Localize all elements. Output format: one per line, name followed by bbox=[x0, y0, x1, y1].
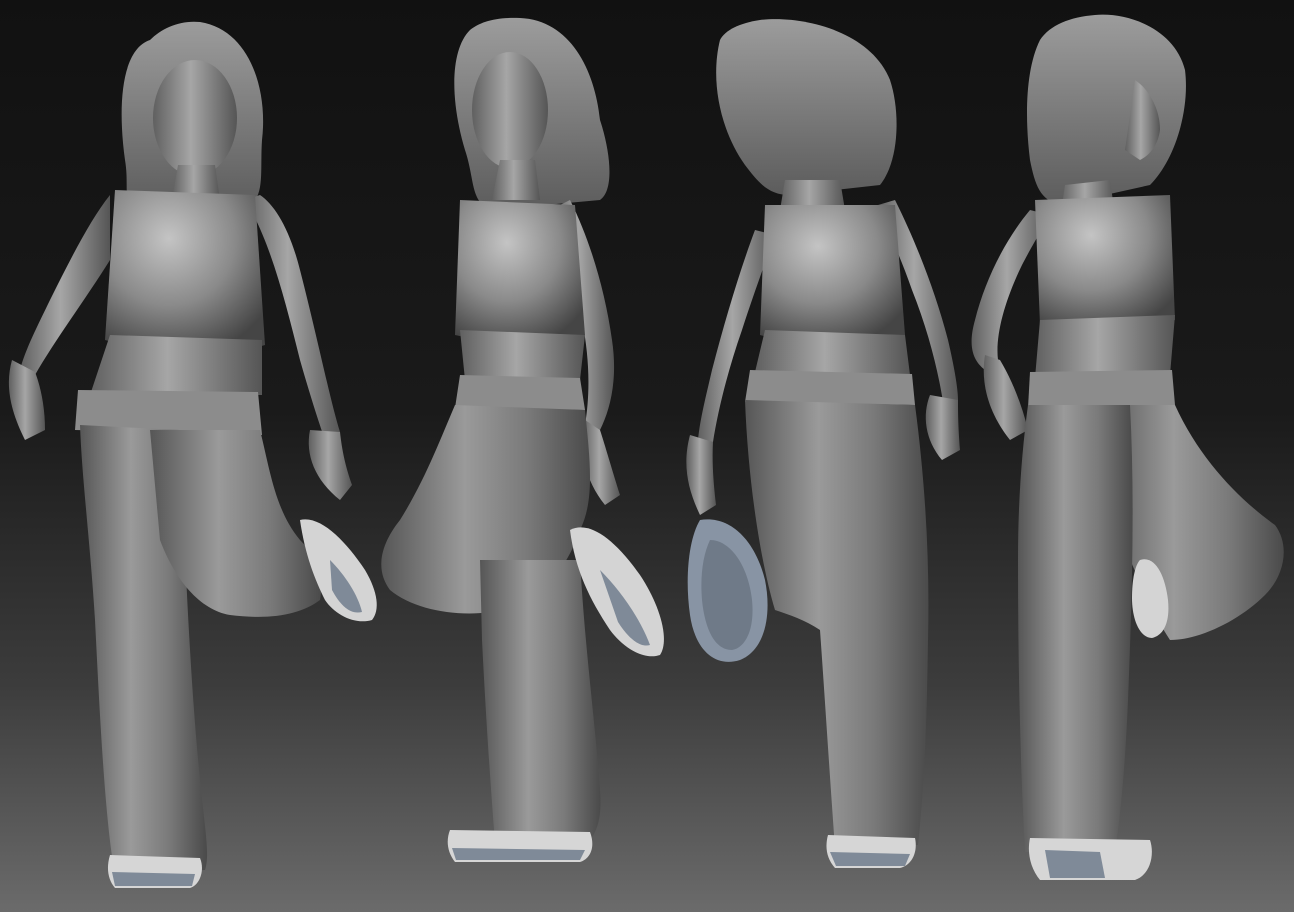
figure-back-view bbox=[686, 19, 960, 868]
pants-back bbox=[745, 400, 929, 848]
waistband bbox=[745, 370, 915, 405]
hair bbox=[716, 19, 897, 195]
hair bbox=[1027, 14, 1186, 206]
figure-side-view bbox=[971, 14, 1284, 880]
figure-front-view bbox=[8, 21, 377, 888]
standing-shoe-accent bbox=[830, 852, 910, 866]
tank-top bbox=[1035, 195, 1175, 330]
tank-top bbox=[455, 200, 585, 343]
head bbox=[472, 52, 548, 168]
left-arm bbox=[20, 195, 110, 375]
pants-standing-leg bbox=[480, 560, 601, 842]
torso-midriff bbox=[1035, 315, 1175, 378]
tank-top-back bbox=[760, 205, 905, 343]
pants-standing-leg bbox=[1018, 405, 1133, 852]
standing-shoe-accent bbox=[112, 872, 195, 886]
right-hand bbox=[308, 430, 352, 500]
waistband bbox=[455, 375, 585, 410]
neck bbox=[492, 160, 540, 200]
standing-shoe-accent bbox=[1045, 850, 1105, 878]
sculpt-turnaround-render bbox=[8, 14, 1284, 888]
torso-midriff bbox=[90, 335, 262, 395]
figure-three-quarter-view bbox=[381, 17, 664, 862]
tank-top bbox=[105, 190, 265, 352]
sculpt-viewport[interactable] bbox=[0, 0, 1294, 912]
left-hand bbox=[8, 360, 46, 440]
right-hand bbox=[925, 395, 960, 460]
standing-shoe-accent bbox=[452, 848, 585, 860]
lower-back bbox=[755, 330, 910, 375]
left-hand bbox=[686, 435, 716, 515]
hand bbox=[983, 355, 1028, 440]
torso-midriff bbox=[460, 330, 585, 380]
head bbox=[153, 60, 237, 176]
waistband bbox=[1028, 370, 1175, 408]
